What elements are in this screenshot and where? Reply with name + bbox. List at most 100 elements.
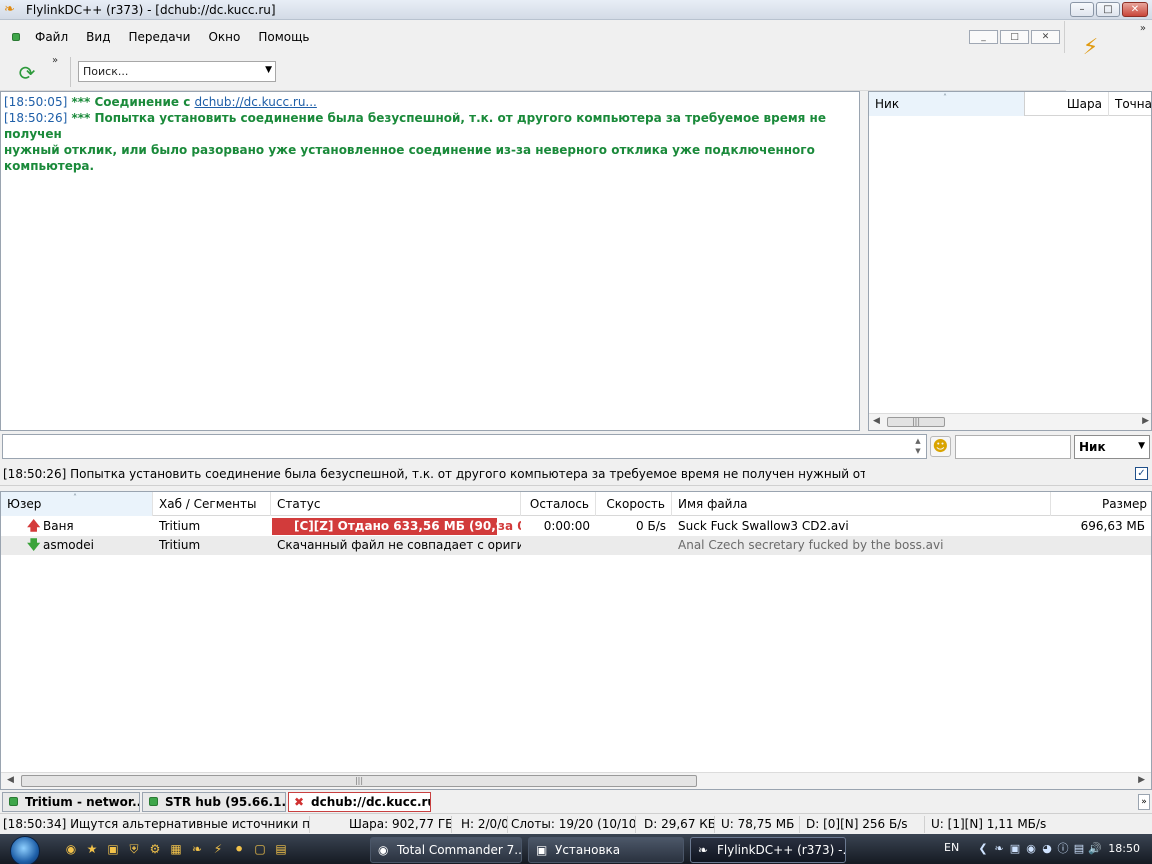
window-minimize-button[interactable]: – xyxy=(1070,2,1094,17)
grid-icon[interactable]: ▦ xyxy=(167,841,185,857)
system-tray: EN ❮ ❧ ▣ ◉ ◕ ⓘ ▤ 🔊 18:50 xyxy=(940,834,1152,864)
mdi-restore-button[interactable]: □ xyxy=(1000,30,1029,44)
menu-file[interactable]: Файл xyxy=(26,30,77,44)
column-speed[interactable]: Скорость xyxy=(596,492,672,516)
refresh-button[interactable]: ⟳ xyxy=(14,61,40,85)
tray-expand-icon[interactable]: ❮ xyxy=(976,841,990,857)
dropdown-arrow-icon[interactable]: ▼ xyxy=(265,65,272,75)
start-button[interactable] xyxy=(6,834,48,864)
refresh-icon: ⟳ xyxy=(18,61,36,85)
column-exact-share[interactable]: Точна xyxy=(1109,92,1151,116)
status-checkbox[interactable]: ✓ xyxy=(1135,467,1148,480)
tab-tritium[interactable]: Tritium - networ... xyxy=(2,792,140,812)
lightning-icon[interactable]: ⚡ xyxy=(209,841,227,857)
tray-flylink-icon[interactable]: ❧ xyxy=(992,841,1006,857)
document-icon[interactable]: ▤ xyxy=(272,841,290,857)
transfer-list-scrollbar[interactable]: ◀ ||| ▶ xyxy=(1,772,1151,789)
task-total-commander[interactable]: ◉ Total Commander 7... xyxy=(370,837,522,863)
input-spin-icon[interactable]: ▲ ▼ xyxy=(910,436,926,457)
transfer-list[interactable]: ˄ Юзер Хаб / Сегменты Статус Осталось Ск… xyxy=(0,491,1152,790)
gear-icon[interactable]: ⚙ xyxy=(146,841,164,857)
chat-line: нужный отклик, или было разорвано уже ус… xyxy=(4,142,856,174)
toolbar-separator xyxy=(70,57,71,87)
menu-view[interactable]: Вид xyxy=(77,30,119,44)
scroll-thumb[interactable]: ||| xyxy=(887,417,945,427)
column-hub[interactable]: Хаб / Сегменты xyxy=(153,492,271,516)
task-label: Установка xyxy=(555,843,621,857)
chat-text: *** Попытка установить соединение была б… xyxy=(4,111,826,141)
column-size[interactable]: Размер xyxy=(1051,492,1151,516)
tray-app-icon[interactable]: ▣ xyxy=(1008,841,1022,857)
tabs-chevron-icon[interactable]: » xyxy=(1138,794,1150,810)
language-indicator[interactable]: EN xyxy=(944,841,959,854)
shield-icon[interactable]: ⛨ xyxy=(125,841,143,857)
menu-window[interactable]: Окно xyxy=(199,30,249,44)
firefox-icon[interactable]: ◉ xyxy=(62,841,80,857)
window-close-button[interactable]: ✕ xyxy=(1122,2,1148,17)
butterfly-icon[interactable]: ❧ xyxy=(188,841,206,857)
status-message: [18:50:34] Ищутся альтернативные источни… xyxy=(0,816,310,833)
tab-dc-kucc[interactable]: ✖ dchub://dc.kucc.ru xyxy=(288,792,431,812)
hub-status-text: [18:50:26] Попытка установить соединение… xyxy=(3,467,865,481)
transfer-filename: Suck Fuck Swallow3 CD2.avi xyxy=(678,519,849,533)
scroll-thumb[interactable]: ||| xyxy=(21,775,697,787)
filter-input[interactable] xyxy=(955,435,1071,459)
menu-chevron-icon[interactable]: » xyxy=(1140,23,1146,34)
user-list[interactable]: ˄ Ник Шара Точна ◀ ||| ▶ xyxy=(868,91,1152,431)
task-installer[interactable]: ▣ Установка xyxy=(528,837,684,863)
task-flylinkdc[interactable]: ❧ FlylinkDC++ (r373) -... xyxy=(690,837,846,863)
clock[interactable]: 18:50 xyxy=(1108,842,1140,855)
transfer-row[interactable]: 🡇 asmodei Tritium Скачанный файл не совп… xyxy=(1,536,1151,555)
save-icon[interactable]: ▢ xyxy=(251,841,269,857)
menu-transfers[interactable]: Передачи xyxy=(119,30,199,44)
column-filename[interactable]: Имя файла xyxy=(672,492,1051,516)
scroll-left-icon[interactable]: ◀ xyxy=(873,416,880,426)
window-maximize-button[interactable]: □ xyxy=(1096,2,1120,17)
hub-tabs: Tritium - networ... STR hub (95.66.1... … xyxy=(0,792,1152,813)
tray-globe-icon[interactable]: ◉ xyxy=(1024,841,1038,857)
chat-log[interactable]: [18:50:05] *** Соединение с dchub://dc.k… xyxy=(0,91,860,431)
mdi-close-button[interactable]: ✕ xyxy=(1031,30,1060,44)
mdi-minimize-button[interactable]: _ xyxy=(969,30,998,44)
column-remaining[interactable]: Осталось xyxy=(521,492,596,516)
total-commander-icon: ◉ xyxy=(378,843,389,857)
tray-info-icon[interactable]: ⓘ xyxy=(1056,841,1070,857)
scroll-right-icon[interactable]: ▶ xyxy=(1142,416,1149,426)
lightning-icon: ⚡ xyxy=(1082,34,1099,60)
tray-torrent-icon[interactable]: ◕ xyxy=(1040,841,1054,857)
chat-timestamp: [18:50:05] xyxy=(4,95,68,109)
status-downloaded: D: 29,67 КБ xyxy=(641,816,715,833)
lightning-button[interactable]: ⚡ xyxy=(1064,21,1116,73)
tray-network-icon[interactable]: ▤ xyxy=(1072,841,1086,857)
column-nick[interactable]: ˄ Ник xyxy=(869,92,1025,116)
search-combo[interactable]: Поиск... ▼ xyxy=(78,61,276,82)
hub-link[interactable]: dchub://dc.kucc.ru... xyxy=(194,95,316,109)
sort-ascending-icon: ˄ xyxy=(73,493,77,502)
column-user-label: Юзер xyxy=(7,497,42,511)
toolbar-chevron-icon[interactable]: » xyxy=(52,55,58,66)
nick-filter-select[interactable]: Ник ▼ xyxy=(1074,435,1150,459)
menu-bar: Файл Вид Передачи Окно Помощь _ □ ✕ ⚡ » xyxy=(0,21,1152,73)
emoticon-button[interactable]: ☻ xyxy=(930,436,951,457)
tab-str-hub[interactable]: STR hub (95.66.1... xyxy=(142,792,286,812)
column-user[interactable]: ˄ Юзер xyxy=(1,492,153,516)
mdi-controls: _ □ ✕ xyxy=(969,30,1060,44)
tray-icons: ❮ ❧ ▣ ◉ ◕ ⓘ ▤ 🔊 xyxy=(976,841,1102,857)
clapper-icon[interactable]: ▣ xyxy=(104,841,122,857)
transfer-user: 🡇 asmodei xyxy=(21,536,153,555)
message-input[interactable] xyxy=(2,434,927,459)
status-download-speed: D: [0][N] 256 Б/s xyxy=(803,816,925,833)
tray-volume-icon[interactable]: 🔊 xyxy=(1088,841,1102,857)
transfer-row[interactable]: 🡅 Ваня Tritium [C][Z] Отдано 633,56 МБ (… xyxy=(1,517,1151,536)
quicklaunch-icon[interactable]: ★ xyxy=(83,841,101,857)
scroll-right-icon[interactable]: ▶ xyxy=(1138,775,1145,785)
download-arrow-icon: 🡇 xyxy=(27,538,41,553)
circle-icon[interactable]: ⚫ xyxy=(230,841,248,857)
menu-help[interactable]: Помощь xyxy=(249,30,318,44)
column-nick-label: Ник xyxy=(875,97,900,111)
column-status[interactable]: Статус xyxy=(271,492,521,516)
scroll-left-icon[interactable]: ◀ xyxy=(7,775,14,785)
user-list-scrollbar[interactable]: ◀ ||| ▶ xyxy=(869,413,1151,430)
column-share[interactable]: Шара xyxy=(1025,92,1109,116)
connected-icon xyxy=(149,797,158,806)
